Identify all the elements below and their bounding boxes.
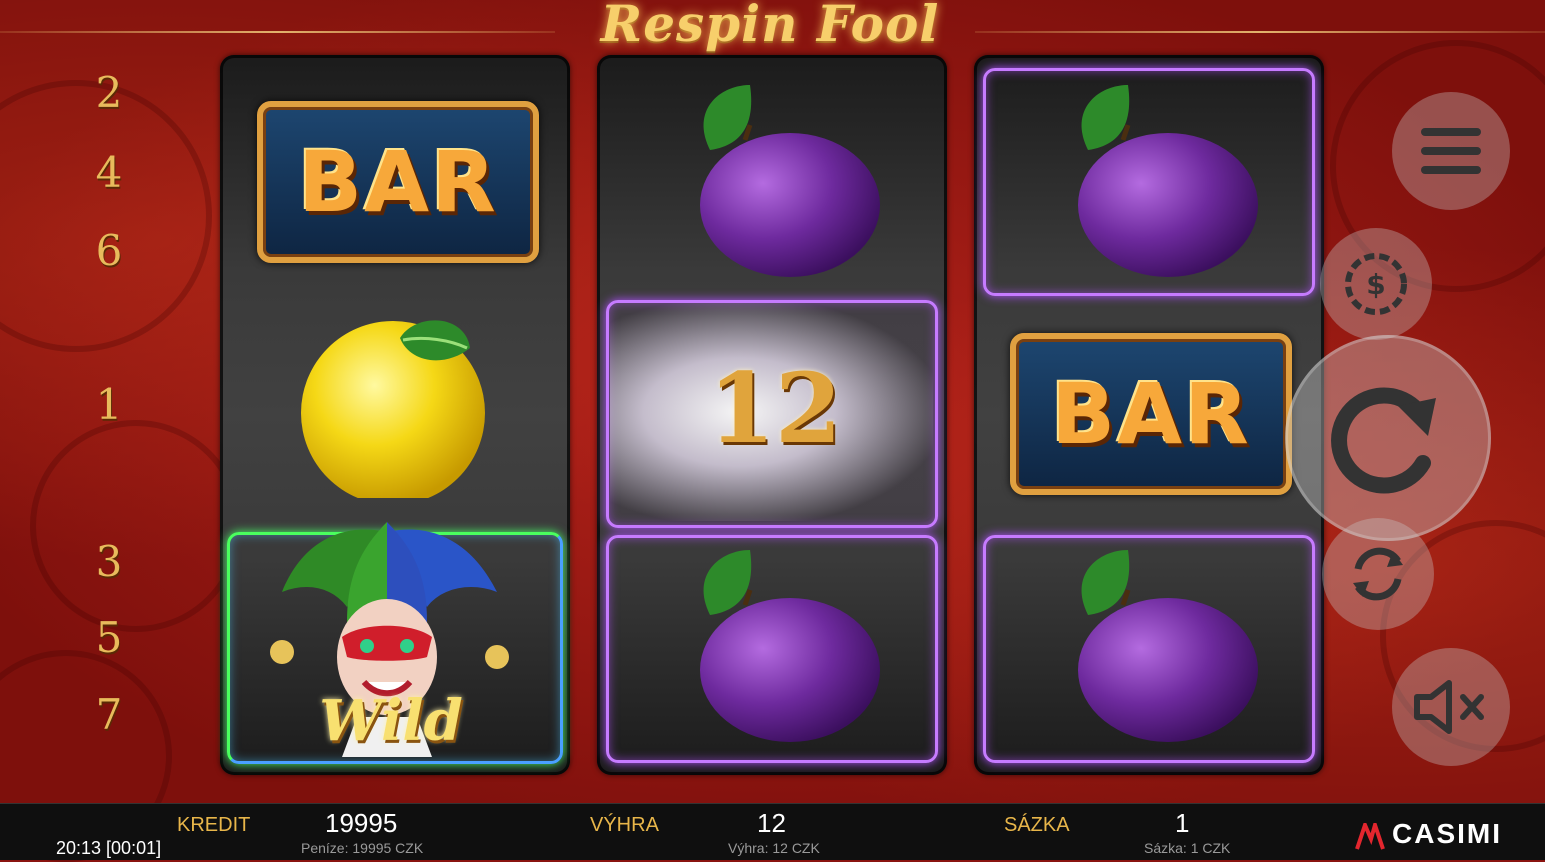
credit-sub: Peníze: 19995 CZK bbox=[301, 840, 424, 856]
win-value: 12 bbox=[757, 808, 786, 838]
brand-logo-text: CASIMI bbox=[1392, 818, 1502, 849]
plum-symbol bbox=[700, 550, 880, 742]
credit-value: 19995 bbox=[325, 808, 398, 838]
respin-arrow-icon bbox=[1331, 387, 1436, 494]
autoplay-cycle-icon bbox=[1353, 547, 1403, 601]
bet-label: SÁZKA bbox=[1004, 814, 1070, 836]
background-swirl bbox=[30, 420, 242, 632]
clock: 20:13 [00:01] bbox=[56, 838, 162, 858]
lemon-symbol bbox=[301, 320, 485, 498]
payline-number: 2 bbox=[95, 68, 123, 117]
hamburger-menu-icon bbox=[1421, 128, 1481, 174]
wild-label: Wild bbox=[319, 688, 463, 754]
plum-symbol bbox=[700, 85, 880, 277]
dollar-coin-icon: $ bbox=[1345, 253, 1407, 315]
symbol-bar: BAR bbox=[257, 101, 539, 263]
payline-number: 6 bbox=[95, 226, 123, 275]
speaker-muted-icon bbox=[1414, 680, 1484, 734]
plum-symbol bbox=[1078, 85, 1258, 277]
symbol-bar: BAR bbox=[1010, 333, 1292, 495]
menu-button[interactable] bbox=[1392, 92, 1510, 210]
header-divider-right bbox=[975, 31, 1545, 33]
svg-text:$: $ bbox=[1366, 268, 1385, 301]
credit-label: KREDIT bbox=[177, 814, 251, 836]
casimi-logo-icon bbox=[1355, 823, 1385, 850]
bet-value: 1 bbox=[1175, 808, 1190, 838]
win-amount-display: 12 bbox=[708, 352, 842, 465]
spin-button[interactable] bbox=[1285, 335, 1491, 541]
plum-symbol bbox=[1078, 550, 1258, 742]
win-label: VÝHRA bbox=[590, 814, 659, 836]
bet-sub: Sázka: 1 CZK bbox=[1144, 840, 1231, 856]
background-swirl bbox=[0, 80, 212, 352]
win-sub: Výhra: 12 CZK bbox=[728, 840, 820, 856]
sound-button[interactable] bbox=[1392, 648, 1510, 766]
header-divider-left bbox=[0, 31, 555, 33]
payline-number: 1 bbox=[95, 380, 123, 429]
autoplay-button[interactable] bbox=[1322, 518, 1434, 630]
payline-number: 5 bbox=[95, 613, 123, 662]
payline-number: 3 bbox=[95, 537, 123, 586]
payline-number: 7 bbox=[95, 690, 123, 739]
bet-button[interactable]: $ bbox=[1320, 228, 1432, 340]
payline-number: 4 bbox=[95, 148, 123, 197]
game-title: Respin Fool bbox=[600, 0, 940, 53]
